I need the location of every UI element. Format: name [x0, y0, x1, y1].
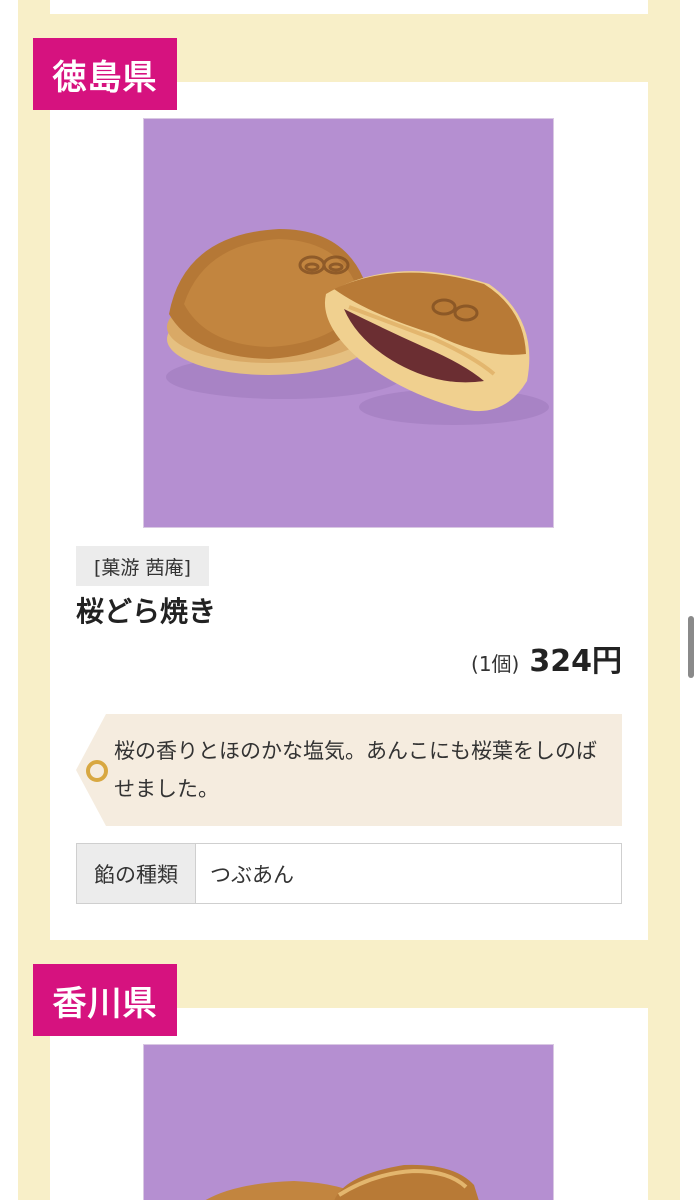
dorayaki-image: [205, 1164, 479, 1200]
product-photo: [143, 1044, 554, 1200]
filling-type-label: 餡の種類: [77, 844, 196, 903]
filling-info-table: 餡の種類 つぶあん: [76, 843, 622, 904]
filling-type-value: つぶあん: [210, 862, 294, 887]
previous-product-card: [50, 0, 648, 14]
price-row: (1個) 324円: [471, 636, 622, 680]
tag-hole-icon: [86, 760, 108, 782]
prefecture-label: 香川県: [33, 964, 177, 1036]
shop-name-tag: [菓游 茜庵]: [76, 546, 209, 586]
scrollbar[interactable]: [688, 616, 694, 678]
price-value: 324円: [529, 644, 622, 679]
price-unit: (1個): [471, 652, 520, 676]
prefecture-label: 徳島県: [33, 38, 177, 110]
product-name: 桜どら焼き: [76, 595, 217, 628]
dorayaki-image: [166, 229, 549, 425]
product-photo: [143, 118, 554, 528]
product-description: 桜の香りとほのかな塩気。あんこにも桜葉をしのばせました。: [114, 739, 597, 801]
